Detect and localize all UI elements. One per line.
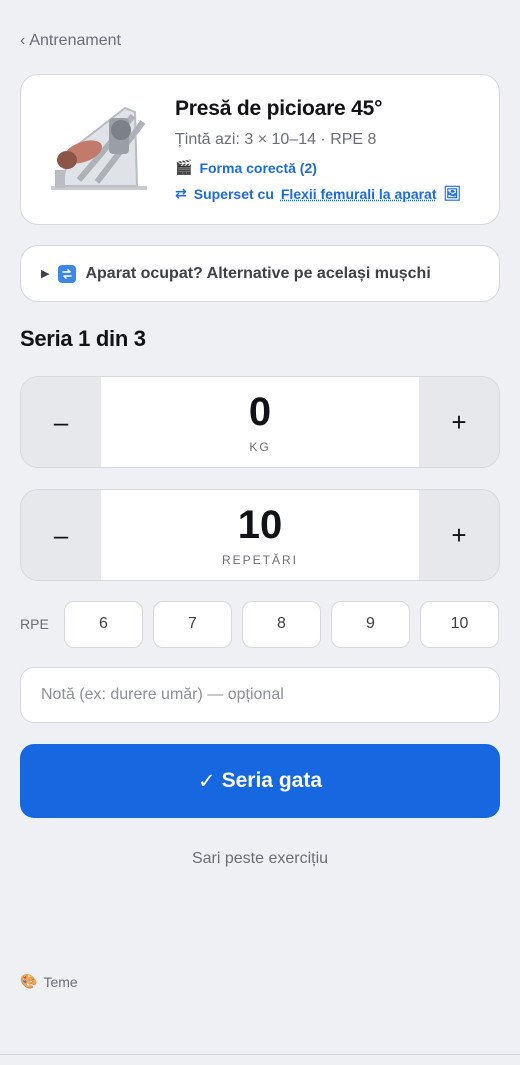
form-video-label: Forma corectă (2) xyxy=(199,159,317,176)
reps-increment-button[interactable]: + xyxy=(419,490,499,580)
skip-exercise-link[interactable]: Sari peste exercițiu xyxy=(0,850,520,868)
rpe-option-9[interactable]: 9 xyxy=(331,600,410,648)
swap-arrows-icon: ⇄ xyxy=(175,185,187,201)
set-done-button[interactable]: ✓ Seria gata xyxy=(20,744,500,818)
themes-link[interactable]: 🎨 Teme xyxy=(20,973,78,990)
alternatives-label: Aparat ocupat? Alternative pe același mu… xyxy=(85,264,431,282)
reps-decrement-button[interactable]: – xyxy=(21,490,101,580)
rpe-selector: RPE 6 7 8 9 10 xyxy=(20,600,500,648)
back-link-label: Antrenament xyxy=(29,32,121,49)
reps-unit-label: REPETĂRI xyxy=(221,553,298,567)
form-video-link[interactable]: 🎬 Forma corectă (2) xyxy=(175,159,461,176)
set-heading: Seria 1 din 3 xyxy=(20,326,146,351)
set-done-label: Seria gata xyxy=(221,769,322,792)
reps-stepper: – 10 REPETĂRI + xyxy=(20,489,500,581)
chevron-left-icon: ‹ xyxy=(20,32,26,49)
note-input[interactable] xyxy=(20,667,500,723)
alternatives-toggle[interactable]: ▶ Aparat ocupat? Alternative pe același … xyxy=(20,245,500,302)
palette-icon: 🎨 xyxy=(20,973,38,989)
clapperboard-icon: 🎬 xyxy=(175,159,193,175)
superset-prefix: Superset cu xyxy=(193,185,274,202)
themes-label: Teme xyxy=(43,973,78,990)
checkmark-icon: ✓ xyxy=(198,769,216,793)
rpe-option-8[interactable]: 8 xyxy=(242,600,321,648)
exercise-title: Presă de picioare 45° xyxy=(175,97,383,120)
back-link[interactable]: ‹ Antrenament xyxy=(20,32,121,50)
rpe-option-10[interactable]: 10 xyxy=(420,600,499,648)
superset-exercise-name: Flexii femurali la aparat xyxy=(280,185,437,202)
rpe-label: RPE xyxy=(20,616,49,632)
rpe-option-6[interactable]: 6 xyxy=(64,600,143,648)
rpe-options: 6 7 8 9 10 xyxy=(64,600,499,648)
bottom-divider xyxy=(0,1054,520,1055)
superset-link[interactable]: ⇄ Superset cu Flexii femurali la aparat … xyxy=(175,185,461,202)
weight-decrement-button[interactable]: – xyxy=(21,377,101,467)
weight-increment-button[interactable]: + xyxy=(419,377,499,467)
leg-press-machine-icon xyxy=(51,106,147,190)
reps-value: 10 xyxy=(237,503,283,547)
swap-icon xyxy=(58,264,77,283)
disclosure-caret-icon: ▶ xyxy=(41,268,50,280)
exercise-card: Presă de picioare 45° Țintă azi: 3 × 10–… xyxy=(20,74,500,225)
weight-value: 0 xyxy=(248,390,272,434)
weight-stepper: – 0 KG + xyxy=(20,376,500,468)
rpe-option-7[interactable]: 7 xyxy=(153,600,232,648)
exercise-target: Țintă azi: 3 × 10–14 · RPE 8 xyxy=(175,131,377,148)
weight-unit-label: KG xyxy=(249,440,271,454)
weight-value-field[interactable]: 0 KG xyxy=(101,377,419,467)
reps-value-field[interactable]: 10 REPETĂRI xyxy=(101,490,419,580)
picture-icon: 🖼 xyxy=(443,185,462,201)
